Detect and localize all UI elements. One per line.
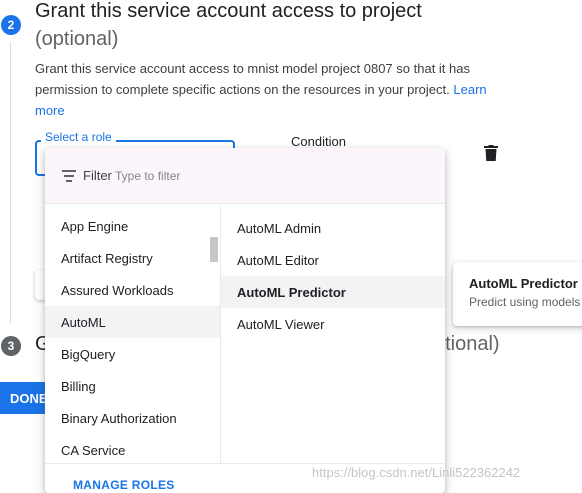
stepper-connector: [10, 42, 11, 324]
service-item[interactable]: CA Service: [45, 434, 221, 466]
service-list: App Engine Artifact Registry Assured Wor…: [45, 210, 221, 466]
service-item[interactable]: App Engine: [45, 210, 221, 242]
role-item[interactable]: AutoML Admin: [221, 212, 445, 244]
service-item[interactable]: Billing: [45, 370, 221, 402]
filter-input[interactable]: Type to filter: [115, 169, 180, 183]
role-item[interactable]: AutoML Viewer: [221, 308, 445, 340]
step-2-badge: 2: [1, 15, 21, 35]
role-card-title: AutoML Predictor: [469, 276, 578, 291]
filter-icon: [62, 170, 76, 182]
role-item-selected[interactable]: AutoML Predictor: [221, 276, 445, 308]
service-item[interactable]: Assured Workloads: [45, 274, 221, 306]
step-2-description: Grant this service account access to mni…: [35, 58, 505, 121]
filter-row[interactable]: Filter Type to filter: [45, 148, 445, 204]
role-description-card: AutoML Predictor Predict using models: [453, 262, 582, 326]
service-item[interactable]: Artifact Registry: [45, 242, 221, 274]
description-text: Grant this service account access to mni…: [35, 61, 470, 97]
service-item-selected[interactable]: AutoML: [45, 306, 221, 338]
condition-label: Condition: [291, 134, 346, 149]
delete-icon[interactable]: [484, 145, 498, 161]
role-item[interactable]: AutoML Editor: [221, 244, 445, 276]
manage-roles-button[interactable]: MANAGE ROLES: [73, 478, 175, 492]
step-2-optional-label: (optional): [35, 28, 119, 50]
role-list: AutoML Admin AutoML Editor AutoML Predic…: [221, 212, 445, 340]
role-card-description: Predict using models: [469, 295, 581, 309]
filter-label: Filter: [83, 168, 112, 183]
service-list-scrollbar[interactable]: [210, 237, 218, 262]
step-2-title: Grant this service account access to pro…: [35, 0, 422, 22]
service-item[interactable]: Binary Authorization: [45, 402, 221, 434]
step-3-badge: 3: [1, 336, 21, 356]
role-dropdown: Filter Type to filter App Engine Artifac…: [45, 148, 445, 493]
select-role-label: Select a role: [41, 130, 116, 144]
done-button[interactable]: DONE: [0, 382, 48, 414]
service-item[interactable]: BigQuery: [45, 338, 221, 370]
watermark: https://blog.csdn.net/Linli522362242: [312, 465, 521, 480]
